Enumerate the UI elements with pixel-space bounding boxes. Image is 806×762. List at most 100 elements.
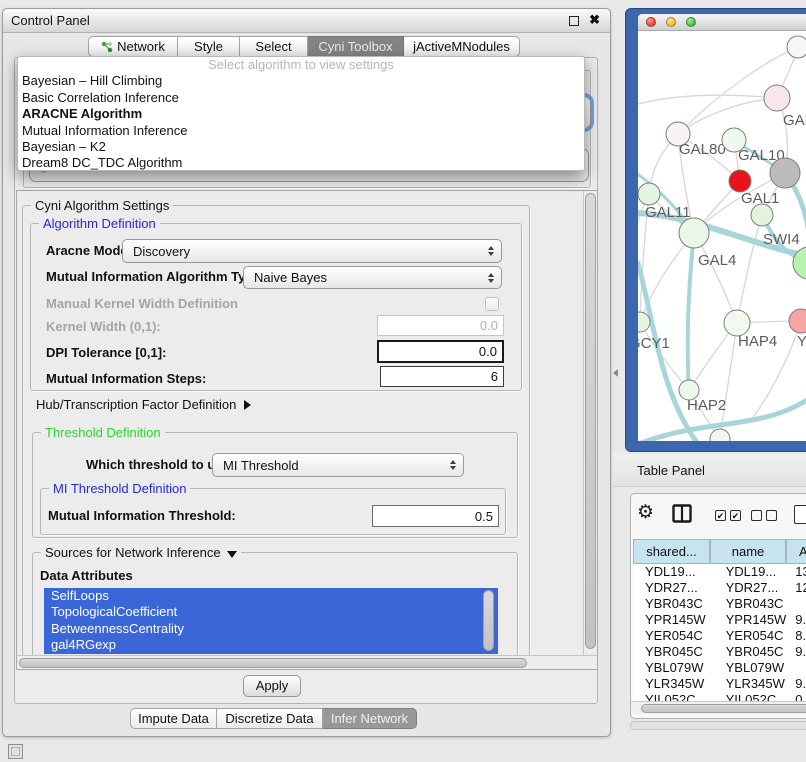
- network-node[interactable]: [787, 36, 806, 58]
- tab-label: Infer Network: [331, 711, 408, 726]
- attribute-list-item[interactable]: SelfLoops: [44, 588, 498, 604]
- table-hscroll-thumb[interactable]: [641, 704, 806, 713]
- network-canvas[interactable]: GALGAL80GAL10GAL1GAL11SWI4GAL4GCY1HAP4YH…: [638, 31, 806, 441]
- network-window-titlebar[interactable]: [638, 14, 806, 31]
- dropdown-item[interactable]: Dream8 DC_TDC Algorithm: [18, 155, 584, 171]
- unchecked-box-icon[interactable]: [751, 510, 762, 521]
- cell-value: 13: [795, 564, 806, 580]
- column-header-partial[interactable]: A: [786, 539, 806, 564]
- network-edge[interactable]: [688, 233, 694, 390]
- checked-box-icon[interactable]: ✔: [715, 510, 726, 521]
- network-node[interactable]: [679, 218, 709, 248]
- tab-infer-network[interactable]: Infer Network: [323, 708, 417, 729]
- column-header-name[interactable]: name: [710, 539, 786, 564]
- table-row[interactable]: YBR045C YBR045C 9.: [633, 644, 806, 660]
- network-node[interactable]: [710, 429, 730, 441]
- tab-discretize-data[interactable]: Discretize Data: [217, 708, 323, 729]
- manual-kernel-checkbox[interactable]: [485, 297, 499, 311]
- network-node[interactable]: [729, 170, 751, 192]
- minimize-window-icon[interactable]: [666, 17, 676, 27]
- apply-button[interactable]: Apply: [243, 675, 301, 697]
- splitter-handle-icon[interactable]: [613, 369, 618, 377]
- table-row[interactable]: YPR145W YPR145W 9.: [633, 612, 806, 628]
- table-row[interactable]: YIL052C YIL052C 0.: [633, 692, 806, 701]
- dropdown-item[interactable]: Bayesian – K2: [18, 139, 584, 155]
- list-vscroll-thumb[interactable]: [483, 590, 494, 651]
- dropdown-item[interactable]: Mutual Information Inference: [18, 123, 584, 139]
- page-icon[interactable]: [794, 505, 806, 524]
- dropdown-item[interactable]: Bayesian – Hill Climbing: [18, 73, 584, 89]
- cell-name: YDL19...: [726, 564, 792, 580]
- aracne-mode-combo[interactable]: Discovery: [122, 239, 502, 263]
- cell-value: 0.: [795, 692, 806, 701]
- close-panel-icon[interactable]: ✖: [589, 12, 600, 28]
- mi-steps-input[interactable]: 6: [380, 366, 504, 387]
- vscroll-thumb[interactable]: [585, 193, 596, 649]
- dropdown-item[interactable]: Basic Correlation Inference: [18, 90, 584, 106]
- column-header-shared-name[interactable]: shared...: [633, 539, 710, 564]
- hub-definition-toggle[interactable]: Hub/Transcription Factor Definition: [36, 397, 251, 412]
- control-panel-titlebar[interactable]: Control Panel ✖: [3, 9, 610, 33]
- mi-type-combo[interactable]: Naive Bayes: [243, 266, 502, 289]
- kernel-width-input[interactable]: 0.0: [377, 315, 504, 336]
- network-node[interactable]: [751, 204, 773, 226]
- attribute-list-item[interactable]: TopologicalCoefficient: [44, 604, 498, 620]
- settings-vscrollbar[interactable]: [583, 191, 597, 655]
- tab-jactivemnodules[interactable]: jActiveMNodules: [404, 36, 520, 57]
- sources-group-title[interactable]: Sources for Network Inference: [41, 545, 241, 560]
- attribute-list-item[interactable]: gal4RGexp: [44, 637, 498, 653]
- which-threshold-value: MI Threshold: [223, 458, 299, 473]
- table-hscrollbar[interactable]: [631, 701, 806, 714]
- table-row[interactable]: YBR043C YBR043C: [633, 596, 806, 612]
- cell-shared-name: YPR145W: [633, 612, 722, 628]
- tab-style[interactable]: Style: [178, 36, 240, 57]
- network-view-window: GALGAL80GAL10GAL1GAL11SWI4GAL4GCY1HAP4YH…: [625, 8, 806, 452]
- network-edge[interactable]: [678, 98, 777, 134]
- network-edge[interactable]: [638, 95, 777, 104]
- table-row[interactable]: YDR27... YDR27... 12: [633, 580, 806, 596]
- zoom-window-icon[interactable]: [686, 17, 696, 27]
- tab-impute-data[interactable]: Impute Data: [130, 708, 217, 729]
- network-edge[interactable]: [638, 263, 701, 441]
- hscroll-thumb[interactable]: [19, 658, 527, 668]
- dropdown-item-list: Bayesian – Hill ClimbingBasic Correlatio…: [18, 73, 584, 171]
- network-node[interactable]: [789, 309, 806, 333]
- unchecked-box-icon[interactable]: [766, 510, 777, 521]
- dropdown-placeholder-item[interactable]: Select algorithm to view settings: [18, 57, 584, 73]
- attribute-list-item[interactable]: BetweennessCentrality: [44, 621, 498, 637]
- float-panel-icon[interactable]: [569, 16, 579, 26]
- tab-network[interactable]: Network: [88, 36, 178, 57]
- which-threshold-combo[interactable]: MI Threshold: [212, 453, 464, 477]
- mi-threshold-label: Mutual Information Threshold:: [48, 508, 236, 523]
- tab-select[interactable]: Select: [240, 36, 308, 57]
- dock-panel-icon[interactable]: [8, 744, 23, 759]
- manual-kernel-label: Manual Kernel Width Definition: [46, 296, 238, 311]
- dpi-tolerance-input[interactable]: 0.0: [377, 340, 504, 363]
- settings-viewport: Cyni Algorithm Settings Algorithm Defini…: [17, 191, 583, 655]
- table-row[interactable]: YLR345W YLR345W 9.: [633, 676, 806, 692]
- cell-shared-name: YBR043C: [633, 596, 722, 612]
- data-attributes-list[interactable]: SelfLoopsTopologicalCoefficientBetweenne…: [44, 588, 498, 654]
- network-node[interactable]: [764, 85, 790, 111]
- network-node[interactable]: [638, 183, 660, 205]
- cell-shared-name: YBL079W: [633, 660, 722, 676]
- table-row[interactable]: YDL19... YDL19... 13: [633, 564, 806, 580]
- network-node[interactable]: [770, 158, 800, 188]
- cell-shared-name: YBR045C: [633, 644, 722, 660]
- table-row[interactable]: YER054C YER054C 8.: [633, 628, 806, 644]
- mi-type-label: Mutual Information Algorithm Type:: [46, 269, 265, 284]
- cell-shared-name: YDL19...: [633, 564, 722, 580]
- close-window-icon[interactable]: [646, 17, 656, 27]
- table-row[interactable]: YBL079W YBL079W: [633, 660, 806, 676]
- table-panel-header[interactable]: Table Panel: [613, 454, 806, 487]
- settings-hscrollbar[interactable]: [17, 655, 597, 669]
- combo-stepper-icon: [450, 460, 456, 470]
- checked-box-icon[interactable]: ✔: [730, 510, 741, 521]
- split-columns-icon[interactable]: [672, 504, 692, 526]
- network-edge[interactable]: [737, 215, 762, 323]
- sources-title-label: Sources for Network Inference: [45, 545, 221, 560]
- tab-cyni-toolbox[interactable]: Cyni Toolbox: [308, 36, 404, 57]
- gear-icon[interactable]: ⚙: [637, 501, 654, 524]
- mi-threshold-input[interactable]: 0.5: [372, 505, 499, 527]
- dropdown-item[interactable]: ARACNE Algorithm: [18, 106, 584, 122]
